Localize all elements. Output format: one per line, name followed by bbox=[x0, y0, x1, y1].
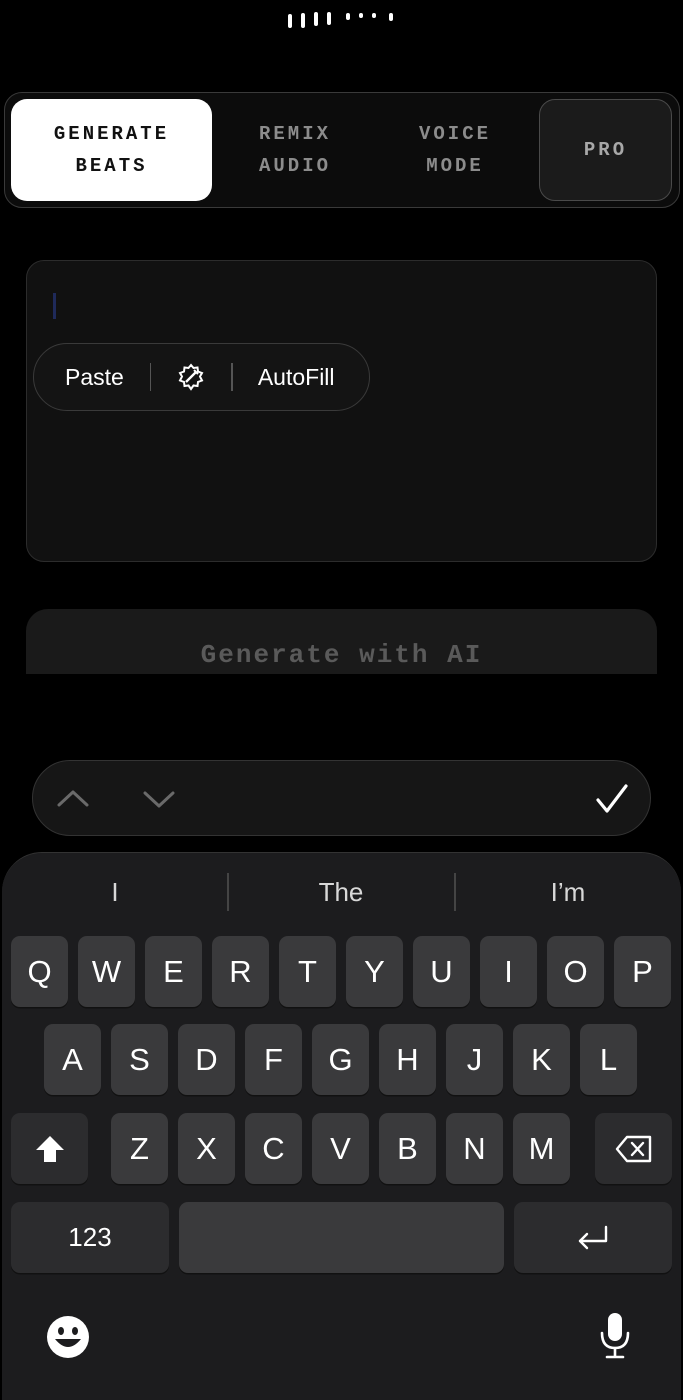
key-t[interactable]: T bbox=[279, 936, 336, 1007]
key-c[interactable]: C bbox=[245, 1113, 302, 1184]
waveform-icon bbox=[288, 10, 398, 30]
chevron-up-icon[interactable] bbox=[57, 788, 89, 808]
autofill-button[interactable]: AutoFill bbox=[258, 364, 335, 391]
suggestion-3[interactable]: I’m bbox=[455, 877, 681, 908]
generate-button-label: Generate with AI bbox=[200, 639, 483, 670]
mode-tab-bar: GENERATE BEATS REMIX AUDIO VOICE MODE PR… bbox=[4, 92, 680, 208]
text-caret bbox=[53, 293, 56, 319]
key-y[interactable]: Y bbox=[346, 936, 403, 1007]
suggestion-1[interactable]: I bbox=[2, 877, 228, 908]
keyboard: I The I’m Q W E R T Y U I O P A S D F G … bbox=[2, 852, 681, 1400]
return-key[interactable] bbox=[514, 1202, 672, 1273]
delete-icon bbox=[615, 1135, 651, 1162]
key-x[interactable]: X bbox=[178, 1113, 235, 1184]
key-w[interactable]: W bbox=[78, 936, 135, 1007]
space-key[interactable] bbox=[179, 1202, 504, 1273]
key-j[interactable]: J bbox=[446, 1024, 503, 1095]
delete-key[interactable] bbox=[595, 1113, 672, 1184]
key-k[interactable]: K bbox=[513, 1024, 570, 1095]
emoji-icon[interactable] bbox=[46, 1315, 90, 1359]
numbers-key[interactable]: 123 bbox=[11, 1202, 169, 1273]
key-p[interactable]: P bbox=[614, 936, 671, 1007]
key-e[interactable]: E bbox=[145, 936, 202, 1007]
shift-key[interactable] bbox=[11, 1113, 88, 1184]
key-z[interactable]: Z bbox=[111, 1113, 168, 1184]
key-b[interactable]: B bbox=[379, 1113, 436, 1184]
key-o[interactable]: O bbox=[547, 936, 604, 1007]
menu-divider bbox=[149, 363, 152, 391]
edit-menu: Paste AutoFill bbox=[33, 343, 370, 411]
suggestion-2[interactable]: The bbox=[228, 877, 454, 908]
tab-remix-audio[interactable]: REMIX AUDIO bbox=[215, 99, 375, 201]
shift-icon bbox=[35, 1135, 64, 1162]
checkmark-icon[interactable] bbox=[595, 783, 629, 815]
tab-pro[interactable]: PRO bbox=[539, 99, 672, 201]
key-n[interactable]: N bbox=[446, 1113, 503, 1184]
paste-button[interactable]: Paste bbox=[65, 364, 124, 391]
key-s[interactable]: S bbox=[111, 1024, 168, 1095]
key-l[interactable]: L bbox=[580, 1024, 637, 1095]
menu-divider bbox=[231, 363, 233, 391]
return-icon bbox=[578, 1225, 608, 1249]
key-h[interactable]: H bbox=[379, 1024, 436, 1095]
key-d[interactable]: D bbox=[178, 1024, 235, 1095]
microphone-icon[interactable] bbox=[598, 1311, 632, 1361]
generate-with-ai-button[interactable]: Generate with AI bbox=[26, 609, 657, 674]
tab-voice-mode[interactable]: VOICE MODE bbox=[375, 99, 535, 201]
key-r[interactable]: R bbox=[212, 936, 269, 1007]
key-q[interactable]: Q bbox=[11, 936, 68, 1007]
tab-generate-beats[interactable]: GENERATE BEATS bbox=[11, 99, 212, 201]
key-m[interactable]: M bbox=[513, 1113, 570, 1184]
key-f[interactable]: F bbox=[245, 1024, 302, 1095]
key-i[interactable]: I bbox=[480, 936, 537, 1007]
chevron-down-icon[interactable] bbox=[143, 790, 175, 810]
prompt-input[interactable]: Paste AutoFill bbox=[26, 260, 657, 562]
key-g[interactable]: G bbox=[312, 1024, 369, 1095]
key-u[interactable]: U bbox=[413, 936, 470, 1007]
writing-tools-icon[interactable] bbox=[177, 363, 205, 391]
key-a[interactable]: A bbox=[44, 1024, 101, 1095]
key-v[interactable]: V bbox=[312, 1113, 369, 1184]
keyboard-accessory-bar bbox=[32, 760, 651, 836]
